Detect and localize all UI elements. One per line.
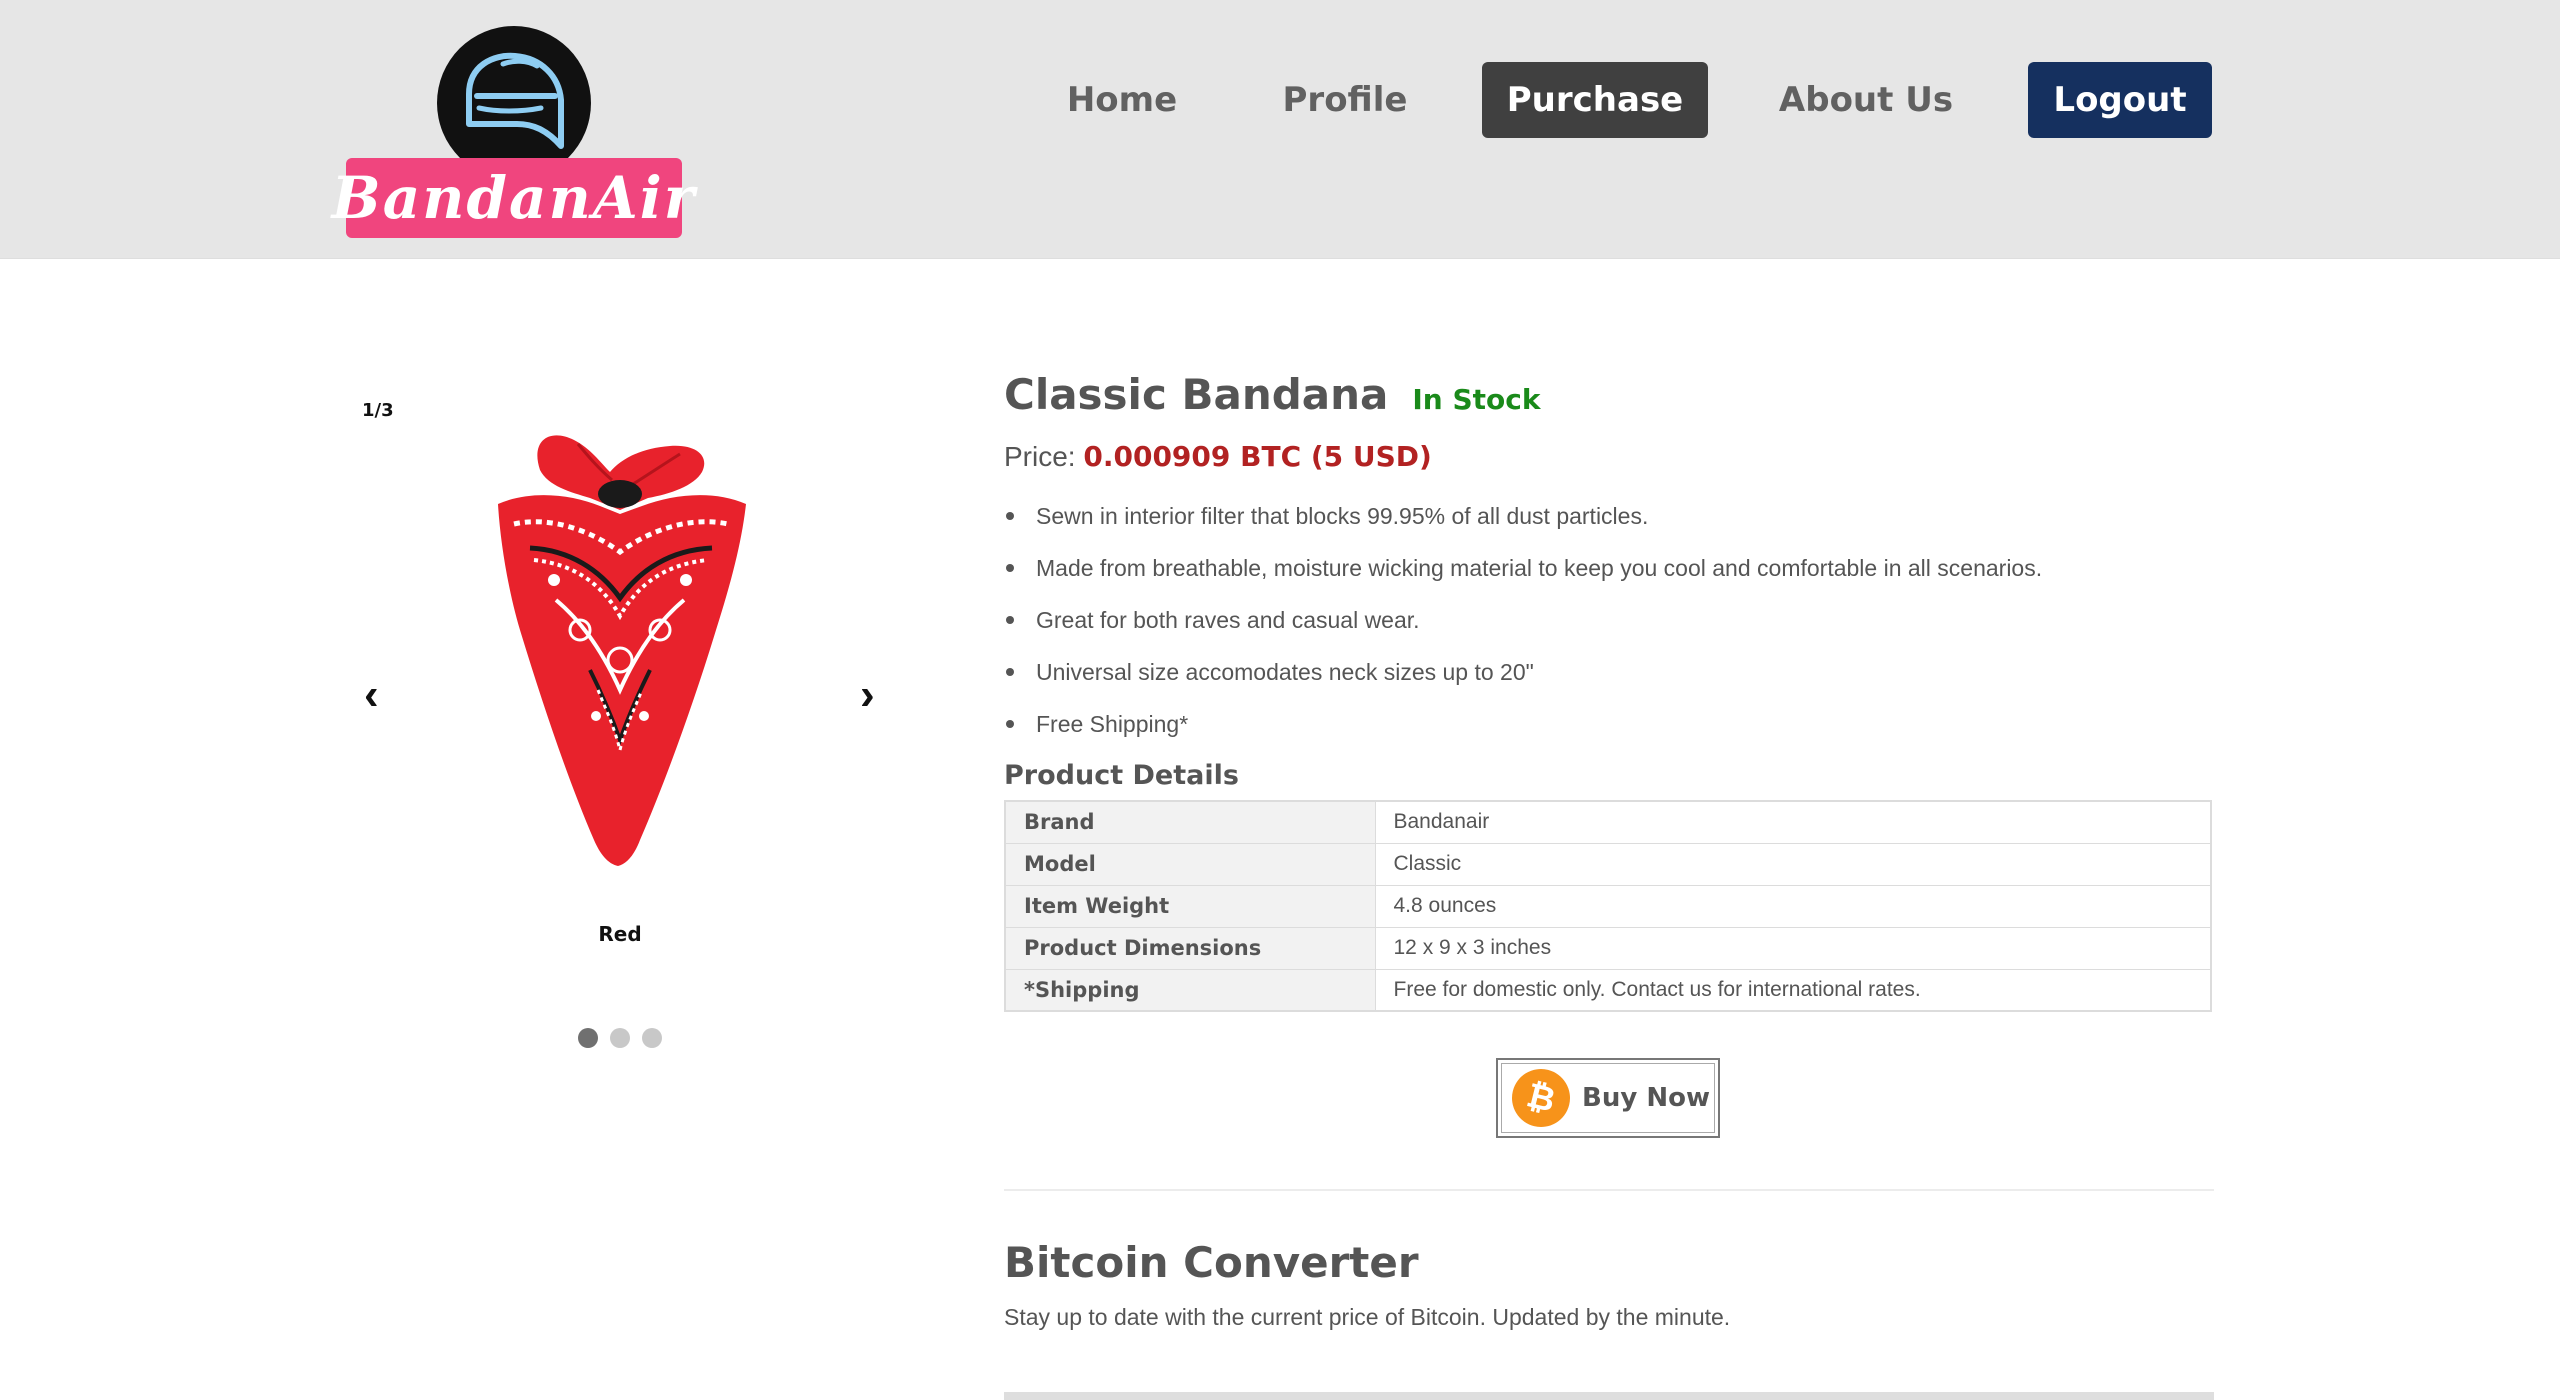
brand-logo[interactable]: BandanAir: [332, 26, 694, 238]
detail-key: Brand: [1004, 800, 1376, 844]
nav-about-us[interactable]: About Us: [1770, 62, 1962, 138]
section-divider: [1004, 1189, 2214, 1191]
carousel-dot[interactable]: [578, 1028, 598, 1048]
converter-widget: [1004, 1392, 2214, 1400]
product-details-title: Product Details: [1004, 760, 1239, 791]
detail-value: Free for domestic only. Contact us for i…: [1374, 968, 2212, 1012]
feature-item: Sewn in interior filter that blocks 99.9…: [1004, 496, 2212, 548]
table-row: Product Dimensions 12 x 9 x 3 inches: [1004, 926, 2212, 970]
table-row: *Shipping Free for domestic only. Contac…: [1004, 968, 2212, 1012]
price-label: Price:: [1004, 441, 1076, 472]
buy-now-label: Buy Now: [1582, 1083, 1710, 1113]
detail-value: 4.8 ounces: [1374, 884, 2212, 928]
feature-item: Made from breathable, moisture wicking m…: [1004, 548, 2212, 600]
converter-subtitle: Stay up to date with the current price o…: [1004, 1304, 1731, 1330]
logout-button[interactable]: Logout: [2028, 62, 2212, 138]
product-image: [470, 420, 770, 890]
table-row: Brand Bandanair: [1004, 800, 2212, 844]
price-row: Price: 0.000909 BTC (5 USD): [1004, 440, 2212, 486]
product-details-table: Brand Bandanair Model Classic Item Weigh…: [1004, 800, 2212, 1012]
nav-profile[interactable]: Profile: [1265, 62, 1425, 138]
buy-section: ₿ Buy Now: [1004, 1012, 2212, 1172]
feature-list: Sewn in interior filter that blocks 99.9…: [1004, 496, 2212, 756]
nav-purchase[interactable]: Purchase: [1482, 62, 1708, 138]
table-row: Item Weight 4.8 ounces: [1004, 884, 2212, 928]
logo-plate: BandanAir: [332, 158, 694, 238]
product-carousel: 1/3 ‹ › Red: [350, 380, 890, 1060]
feature-item: Free Shipping*: [1004, 704, 2212, 756]
detail-key: Model: [1004, 842, 1376, 886]
site-header: BandanAir Home Profile Purchase About Us…: [0, 0, 2560, 259]
carousel-dot[interactable]: [642, 1028, 662, 1048]
converter-title: Bitcoin Converter: [1004, 1238, 1419, 1287]
feature-item: Great for both raves and casual wear.: [1004, 600, 2212, 652]
carousel-dot[interactable]: [610, 1028, 630, 1048]
price-value: 0.000909 BTC (5 USD): [1083, 440, 1432, 473]
detail-value: 12 x 9 x 3 inches: [1374, 926, 2212, 970]
detail-key: Item Weight: [1004, 884, 1376, 928]
logo-mask-icon: [437, 26, 591, 180]
slide-counter: 1/3: [362, 400, 394, 421]
stock-status: In Stock: [1412, 383, 1541, 416]
product-info: Classic Bandana In Stock Price: 0.000909…: [1004, 370, 2212, 1172]
feature-item: Universal size accomodates neck sizes up…: [1004, 652, 2212, 704]
nav-home[interactable]: Home: [1050, 62, 1194, 138]
carousel-indicators: [578, 1028, 662, 1048]
product-title: Classic Bandana: [1004, 370, 1389, 419]
title-row: Classic Bandana In Stock: [1004, 370, 2212, 434]
slide-caption: Red: [598, 922, 642, 946]
table-row: Model Classic: [1004, 842, 2212, 886]
chevron-right-icon[interactable]: ›: [860, 670, 875, 720]
chevron-left-icon[interactable]: ‹: [364, 670, 379, 720]
detail-value: Classic: [1374, 842, 2212, 886]
detail-key: Product Dimensions: [1004, 926, 1376, 970]
detail-key: *Shipping: [1004, 968, 1376, 1012]
buy-now-button[interactable]: ₿ Buy Now: [1496, 1058, 1720, 1138]
logo-text: BandanAir: [331, 164, 697, 232]
detail-value: Bandanair: [1374, 800, 2212, 844]
bitcoin-icon: ₿: [1505, 1062, 1577, 1134]
